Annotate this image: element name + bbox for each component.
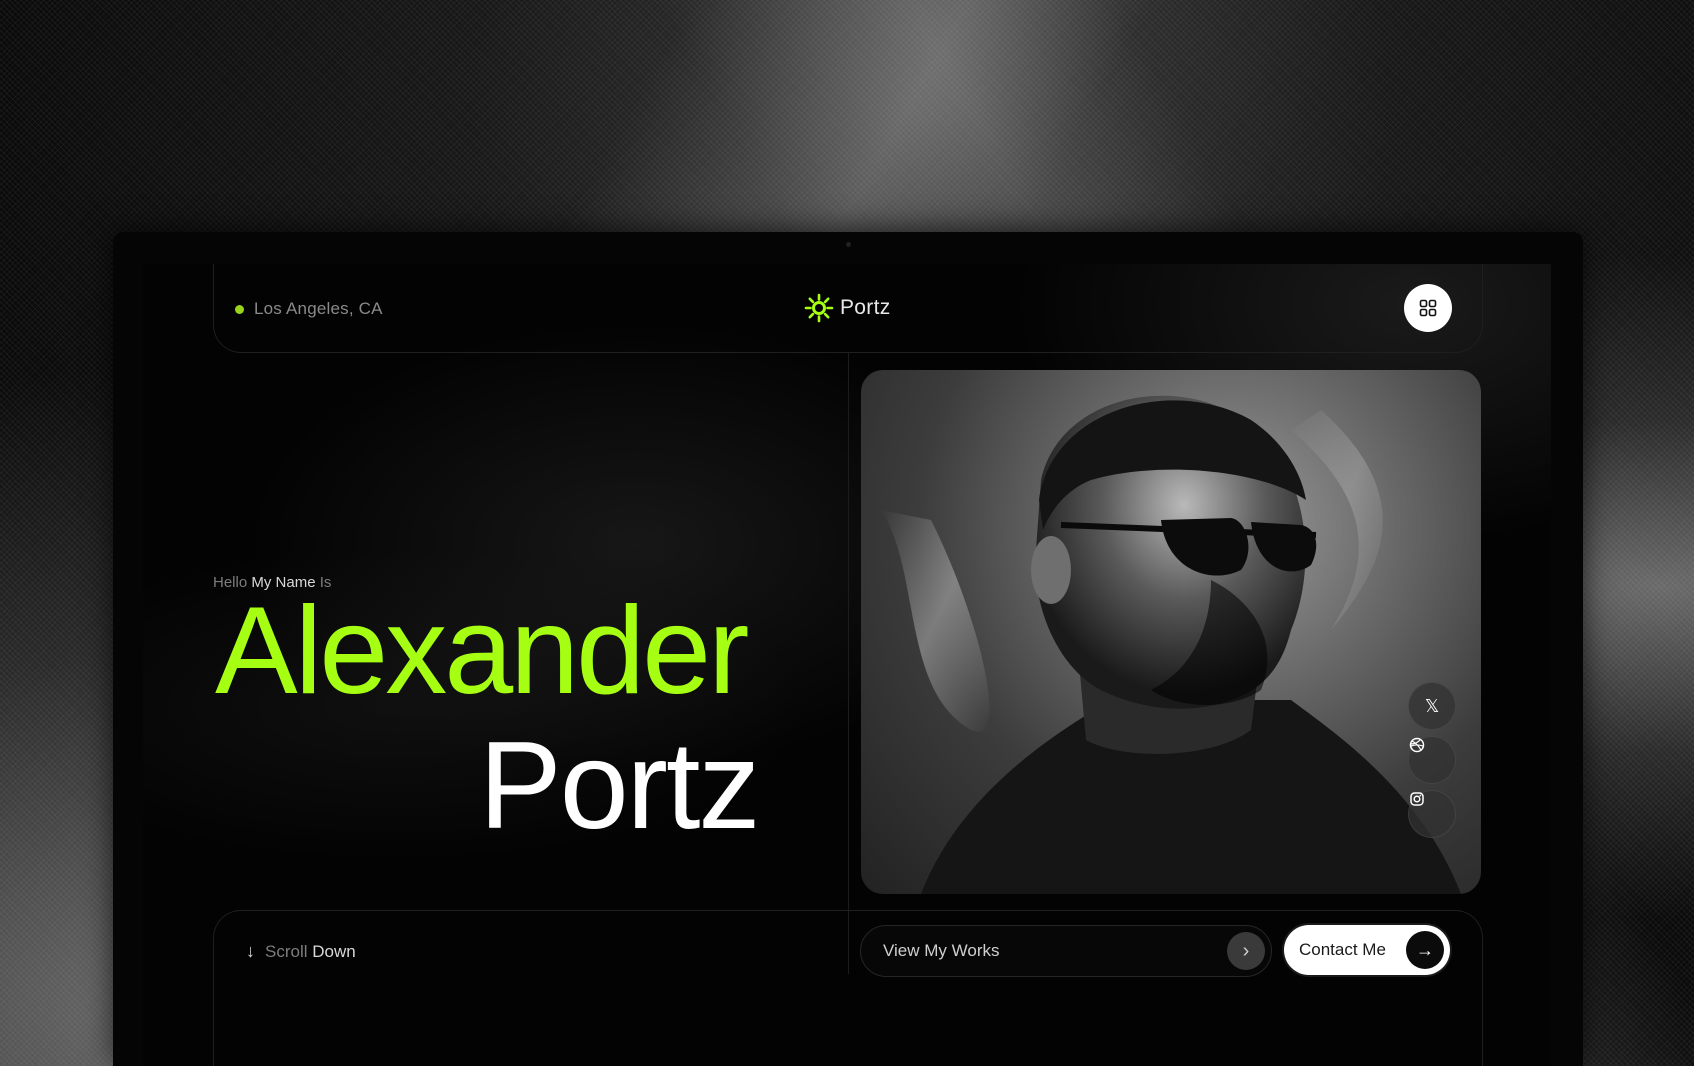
menu-button[interactable] bbox=[1404, 284, 1452, 332]
instagram-icon bbox=[1410, 792, 1424, 806]
portrait-illustration bbox=[881, 395, 1461, 894]
hero-first-name: Alexander bbox=[215, 582, 749, 720]
brand-logo[interactable]: Portz bbox=[804, 291, 891, 325]
arrow-right-icon: → bbox=[1406, 931, 1444, 969]
monitor-frame: Los Angeles, CA Portz Hello My Name Is A… bbox=[113, 232, 1583, 1066]
brand-name: Portz bbox=[840, 296, 891, 319]
section-divider bbox=[848, 352, 849, 974]
website-screen: Los Angeles, CA Portz Hello My Name Is A… bbox=[143, 264, 1551, 1066]
arrow-down-icon: ↓ bbox=[246, 941, 255, 961]
portrait-photo: 𝕏 bbox=[861, 370, 1481, 894]
webcam-dot bbox=[846, 242, 851, 247]
grid-icon bbox=[1419, 299, 1437, 317]
view-works-button[interactable]: View My Works › bbox=[860, 925, 1272, 977]
scroll-pre-text: Scroll bbox=[265, 941, 308, 961]
contact-me-button[interactable]: Contact Me → bbox=[1284, 925, 1450, 975]
top-nav-bar: Los Angeles, CA Portz bbox=[213, 264, 1483, 353]
view-works-label: View My Works bbox=[883, 941, 1000, 960]
social-instagram-button[interactable] bbox=[1408, 790, 1456, 838]
dribbble-icon bbox=[1409, 737, 1425, 753]
scroll-highlight-text: Down bbox=[312, 941, 356, 961]
contact-me-label: Contact Me bbox=[1299, 940, 1386, 959]
social-dribbble-button[interactable] bbox=[1408, 736, 1456, 784]
x-twitter-icon: 𝕏 bbox=[1424, 695, 1440, 716]
social-x-button[interactable]: 𝕏 bbox=[1408, 682, 1456, 730]
bottom-action-bar: ↓ Scroll Down View My Works › Contact Me… bbox=[213, 910, 1483, 1066]
hero-last-name: Portz bbox=[479, 717, 760, 855]
location-status-dot bbox=[235, 305, 244, 314]
sun-burst-icon bbox=[804, 293, 834, 323]
location-text: Los Angeles, CA bbox=[254, 299, 383, 318]
chevron-right-icon: › bbox=[1227, 932, 1265, 970]
scroll-down-link[interactable]: ↓ Scroll Down bbox=[246, 941, 356, 962]
